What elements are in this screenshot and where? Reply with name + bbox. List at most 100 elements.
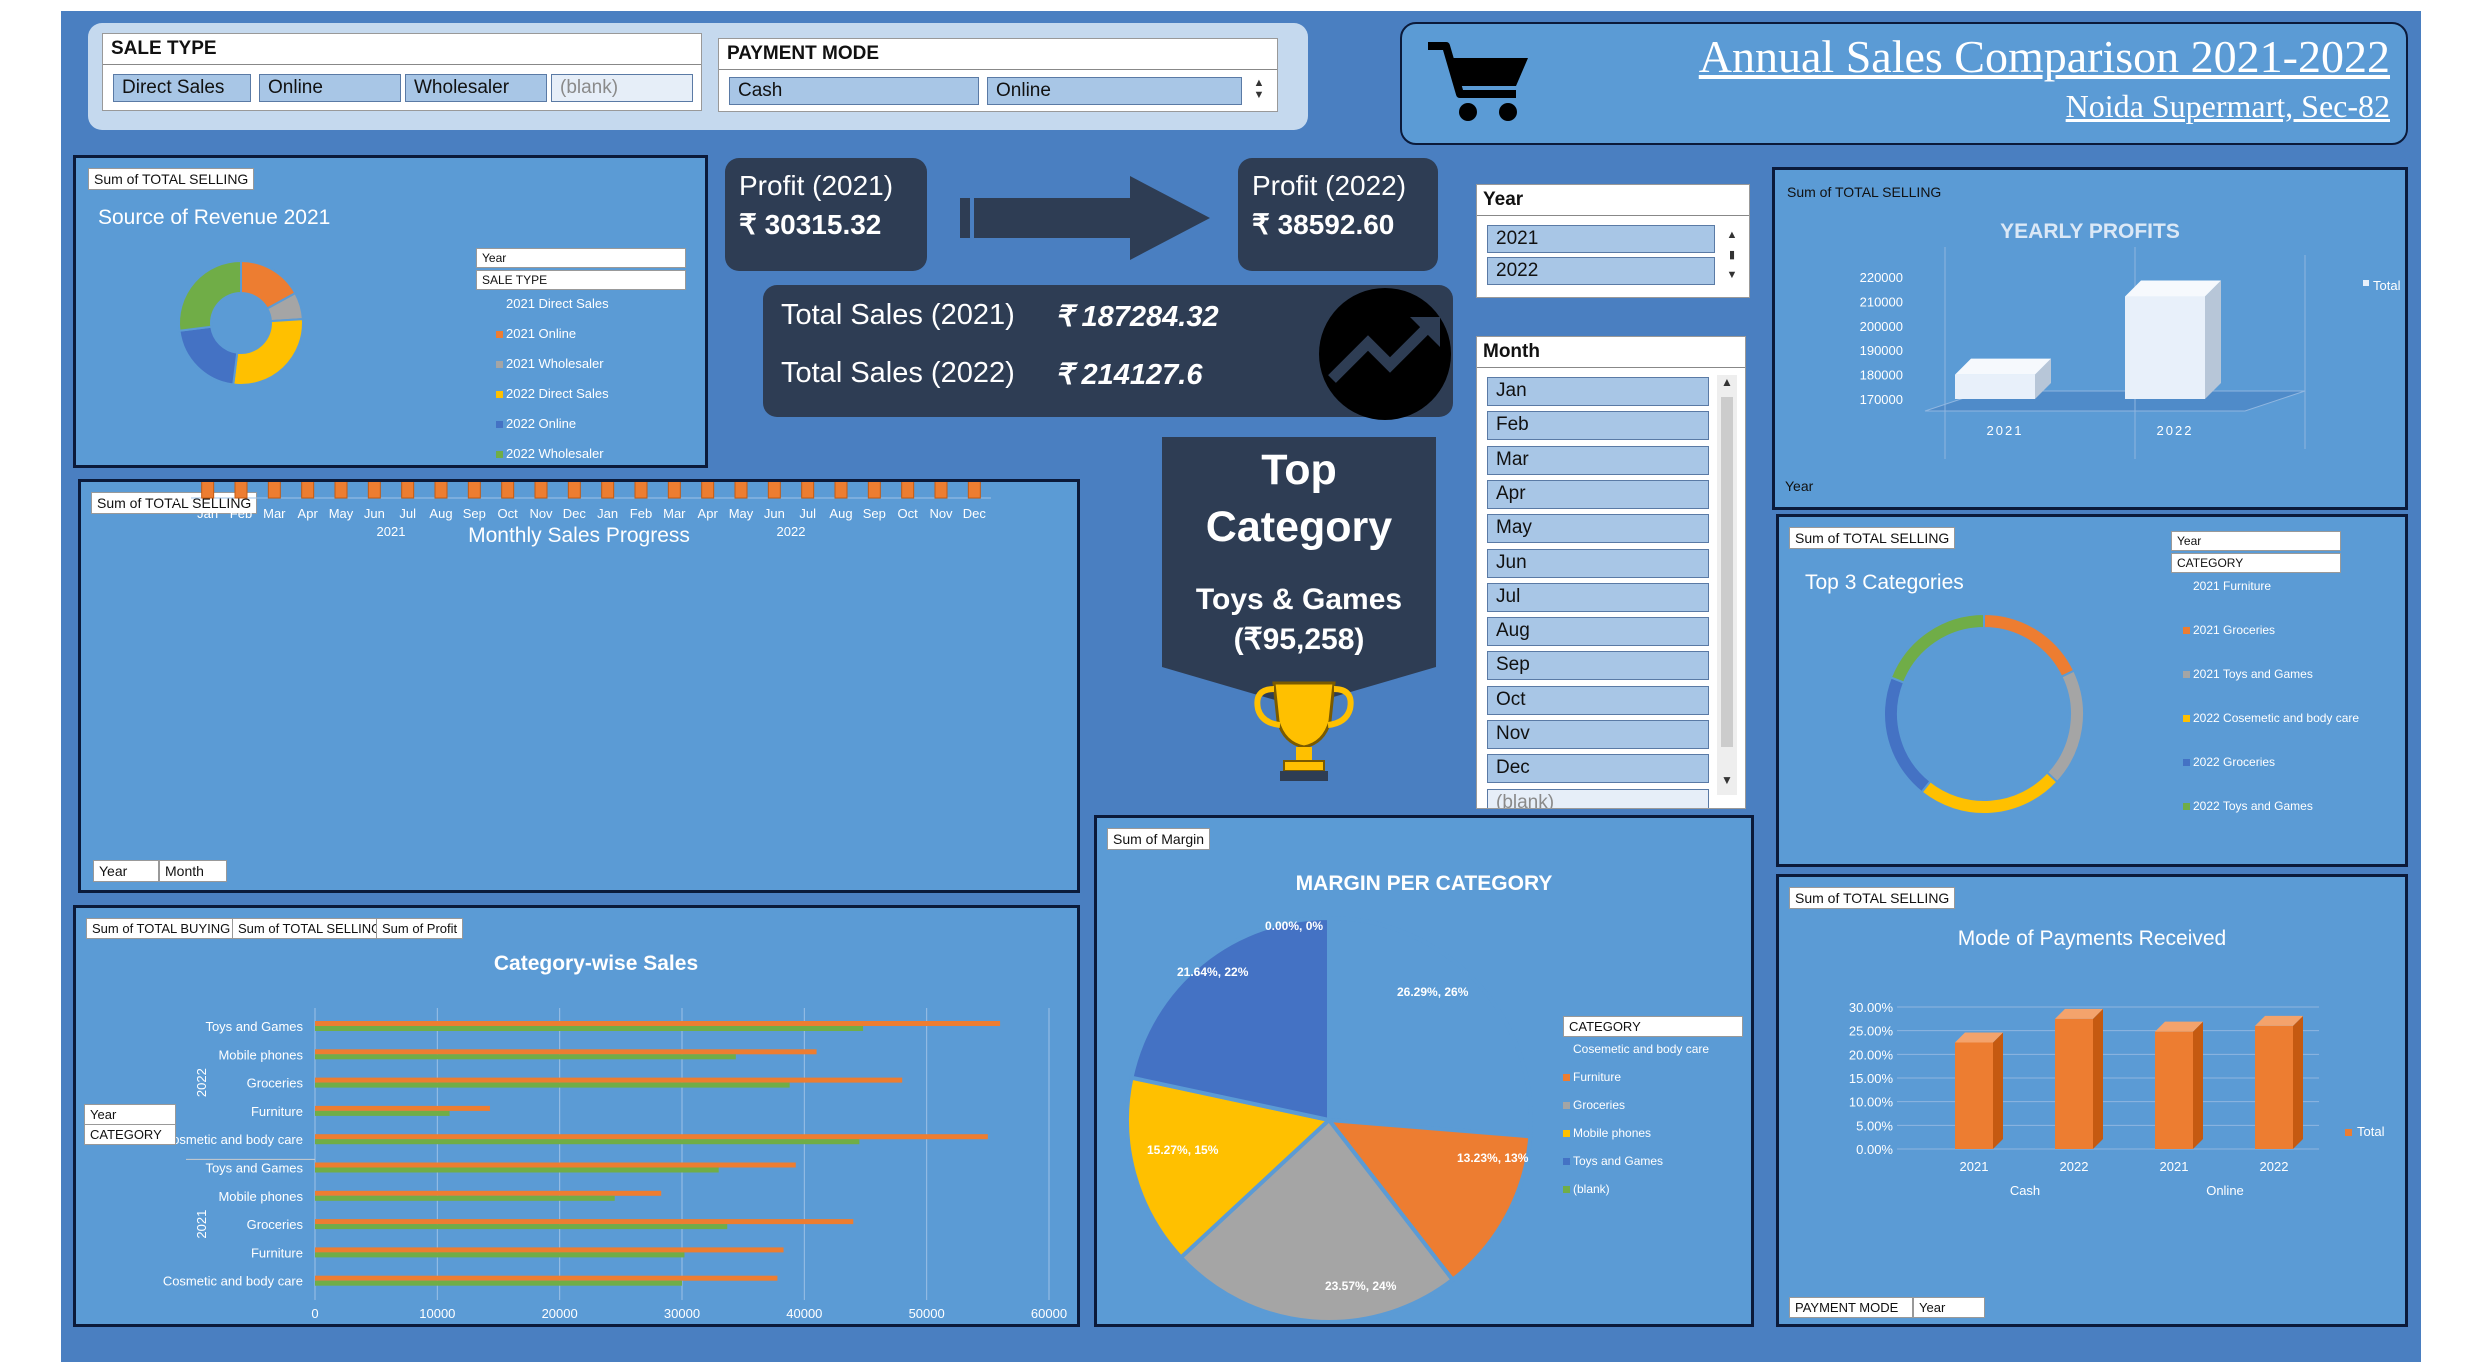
month-btn-jan[interactable]: Jan	[1487, 377, 1709, 406]
x-tick-label: Jul	[799, 506, 816, 521]
bar	[334, 482, 348, 499]
legend-label: Total	[2357, 1124, 2385, 1139]
scroll-thumb[interactable]	[1721, 397, 1733, 747]
top-category-line2: Category	[1205, 503, 1393, 551]
x-tick-label: 2021	[1960, 1159, 1989, 1174]
year-btn-2022[interactable]: 2022	[1487, 257, 1715, 285]
x-tick-label: Sep	[463, 506, 486, 521]
legend-item: 2022 Direct Sales	[496, 386, 609, 401]
footer-tag-year[interactable]: Year	[1913, 1297, 1985, 1318]
slice-5	[178, 259, 242, 332]
x-tick-label: Aug	[429, 506, 452, 521]
legend-header-sale-type[interactable]: SALE TYPE	[476, 270, 686, 290]
month-btn-jun[interactable]: Jun	[1487, 548, 1709, 578]
top-category-line1: Top	[1261, 446, 1337, 494]
legend-swatch	[1563, 1186, 1570, 1193]
y-tick-label: 15.00%	[1849, 1071, 1894, 1086]
bar-buying	[315, 1252, 685, 1258]
month-btn-oct[interactable]: Oct	[1487, 685, 1709, 715]
bar-selling	[315, 1105, 490, 1111]
slice-1	[1983, 612, 2076, 679]
slice-3	[1920, 771, 2059, 815]
month-btn-feb[interactable]: Feb	[1487, 411, 1709, 441]
side-tag-category[interactable]: CATEGORY	[84, 1124, 176, 1145]
legend-item: Groceries	[1563, 1098, 1625, 1112]
year-scrollbar[interactable]: ▲ ▮ ▼	[1723, 225, 1741, 287]
chart-tag[interactable]: Sum of TOTAL SELLING	[88, 168, 255, 190]
bar	[634, 482, 648, 499]
legend-swatch	[1563, 1046, 1570, 1053]
side-tag-year[interactable]: Year	[84, 1104, 176, 1125]
x-tick-label: Jan	[197, 506, 218, 521]
bar	[867, 482, 881, 499]
slicer-btn-blank[interactable]: (blank)	[551, 74, 693, 102]
bar-selling	[315, 1219, 854, 1225]
month-btn-sep[interactable]: Sep	[1487, 651, 1709, 681]
slicer-btn-direct-sales[interactable]: Direct Sales	[113, 74, 251, 102]
year-btn-2021[interactable]: 2021	[1487, 225, 1715, 253]
arrow-right-icon	[960, 176, 1210, 260]
month-btn-jul[interactable]: Jul	[1487, 582, 1709, 612]
legend-swatch	[2363, 280, 2369, 286]
legend-header-year[interactable]: Year	[2171, 531, 2341, 551]
x-group-label: 2021	[377, 524, 406, 539]
month-btn-aug[interactable]: Aug	[1487, 617, 1709, 647]
month-btn-apr[interactable]: Apr	[1487, 479, 1709, 509]
bar	[967, 482, 981, 499]
month-btn-may[interactable]: May	[1487, 514, 1709, 544]
slice-5	[1889, 612, 1985, 684]
chart-tag[interactable]: Sum of TOTAL SELLING	[1789, 527, 1956, 549]
bar-buying	[315, 1110, 450, 1116]
margin-legend: Cosemetic and body care Furniture Grocerie…	[1563, 1042, 1753, 1222]
y-tick-label: Toys and Games	[205, 1161, 303, 1176]
month-btn-mar[interactable]: Mar	[1487, 445, 1709, 475]
footer-tag-year[interactable]: Year	[93, 860, 159, 882]
footer-tag-payment-mode[interactable]: PAYMENT MODE	[1789, 1297, 1913, 1318]
bar-side	[2193, 1021, 2203, 1149]
bar	[301, 482, 315, 499]
footer-tag-month[interactable]: Month	[159, 860, 227, 882]
legend-header-category[interactable]: CATEGORY	[1563, 1016, 1743, 1037]
scroll-down-icon[interactable]: ▼	[1717, 773, 1737, 787]
legend-item: 2021 Online	[496, 326, 576, 341]
footer-tag-year[interactable]: Year	[1785, 478, 1813, 494]
legend-item: 2021 Groceries	[2183, 623, 2275, 637]
month-btn-nov[interactable]: Nov	[1487, 720, 1709, 749]
sale-type-slicer: SALE TYPE Direct Sales Online Wholesaler…	[102, 33, 702, 111]
legend-label: 2022 Wholesaler	[506, 446, 604, 461]
scroll-arrows-icon[interactable]: ▲ ▼	[1249, 77, 1269, 105]
x-tick-label: Mar	[663, 506, 686, 521]
legend-label: 2021 Toys and Games	[2193, 667, 2313, 681]
slicer-btn-online-payment[interactable]: Online	[987, 77, 1242, 105]
yearly-profits-chart: 170000 180000 190000 200000 210000 220000 2021…	[1860, 247, 2401, 459]
data-label: 15.27%, 15%	[1147, 1143, 1219, 1157]
pie-slice	[1327, 915, 1533, 1139]
x-tick-label: Oct	[898, 506, 919, 521]
sale-type-slicer-header: SALE TYPE	[103, 34, 701, 65]
x-tick-label: 40000	[786, 1306, 822, 1321]
slicer-btn-cash[interactable]: Cash	[729, 77, 979, 105]
legend-header-year[interactable]: Year	[476, 248, 686, 268]
month-btn-dec[interactable]: Dec	[1487, 754, 1709, 784]
x-tick-label: May	[729, 506, 754, 521]
scroll-up-icon[interactable]: ▲	[1717, 375, 1737, 389]
legend-header-category[interactable]: CATEGORY	[2171, 553, 2341, 573]
bar-buying	[315, 1195, 615, 1201]
bar	[567, 482, 581, 499]
month-scrollbar[interactable]: ▲ ▼	[1717, 375, 1737, 795]
legend-swatch	[496, 451, 503, 458]
chart-title: Category-wise Sales	[494, 952, 698, 975]
legend-swatch	[1563, 1102, 1570, 1109]
legend-swatch	[1563, 1074, 1570, 1081]
y-tick-label: 0	[174, 491, 181, 506]
profit-2022-label: Profit (2022)	[1252, 170, 1407, 201]
slicer-btn-wholesaler[interactable]: Wholesaler	[405, 74, 547, 102]
x-tick-label: 2022	[2060, 1159, 2089, 1174]
month-btn-blank[interactable]: (blank)	[1487, 788, 1709, 808]
legend-swatch	[496, 331, 503, 338]
slicer-btn-online[interactable]: Online	[259, 74, 401, 102]
legend-label: Total	[2373, 278, 2401, 293]
profit-2021-value: ₹ 30315.32	[739, 209, 882, 240]
y-tick-label: 25.00%	[1849, 1024, 1894, 1039]
x-tick-label: Jul	[399, 506, 416, 521]
